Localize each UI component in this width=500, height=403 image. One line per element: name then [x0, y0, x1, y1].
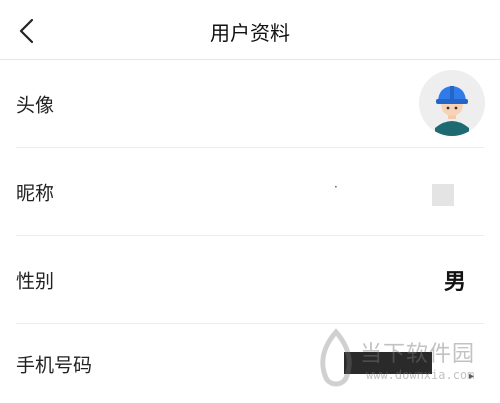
gender-label: 性别 [16, 270, 55, 293]
gender-value[interactable]: 男 [444, 264, 466, 296]
user-avatar-worker-helmet-icon [419, 70, 485, 136]
avatar-label: 头像 [16, 94, 55, 117]
nickname-value[interactable] [432, 184, 454, 206]
page-title: 用户资料 [210, 21, 290, 45]
gender-row[interactable]: 性别 男 [0, 236, 500, 324]
phone-label: 手机号码 [16, 354, 93, 376]
avatar-row[interactable]: 头像 [0, 60, 500, 148]
avatar[interactable] [419, 70, 485, 136]
nickname-mark: · [334, 180, 338, 194]
nickname-label: 昵称 [16, 182, 55, 205]
chevron-right-icon: ▸ [468, 371, 474, 382]
phone-row[interactable]: 手机号码 ▸ [0, 324, 500, 403]
phone-value[interactable] [344, 352, 432, 374]
app-header: 用户资料 [0, 0, 500, 60]
nickname-row[interactable]: 昵称 · [0, 148, 500, 236]
